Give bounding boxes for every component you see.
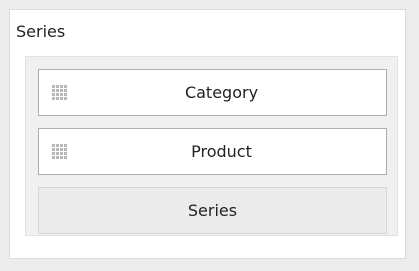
section-title: Series <box>16 22 66 41</box>
series-field-category[interactable]: Category <box>38 69 387 116</box>
series-placeholder-slot[interactable]: Series <box>38 187 387 234</box>
field-label: Category <box>184 83 259 102</box>
series-field-product[interactable]: Product <box>38 128 387 175</box>
field-label: Product <box>191 142 252 161</box>
